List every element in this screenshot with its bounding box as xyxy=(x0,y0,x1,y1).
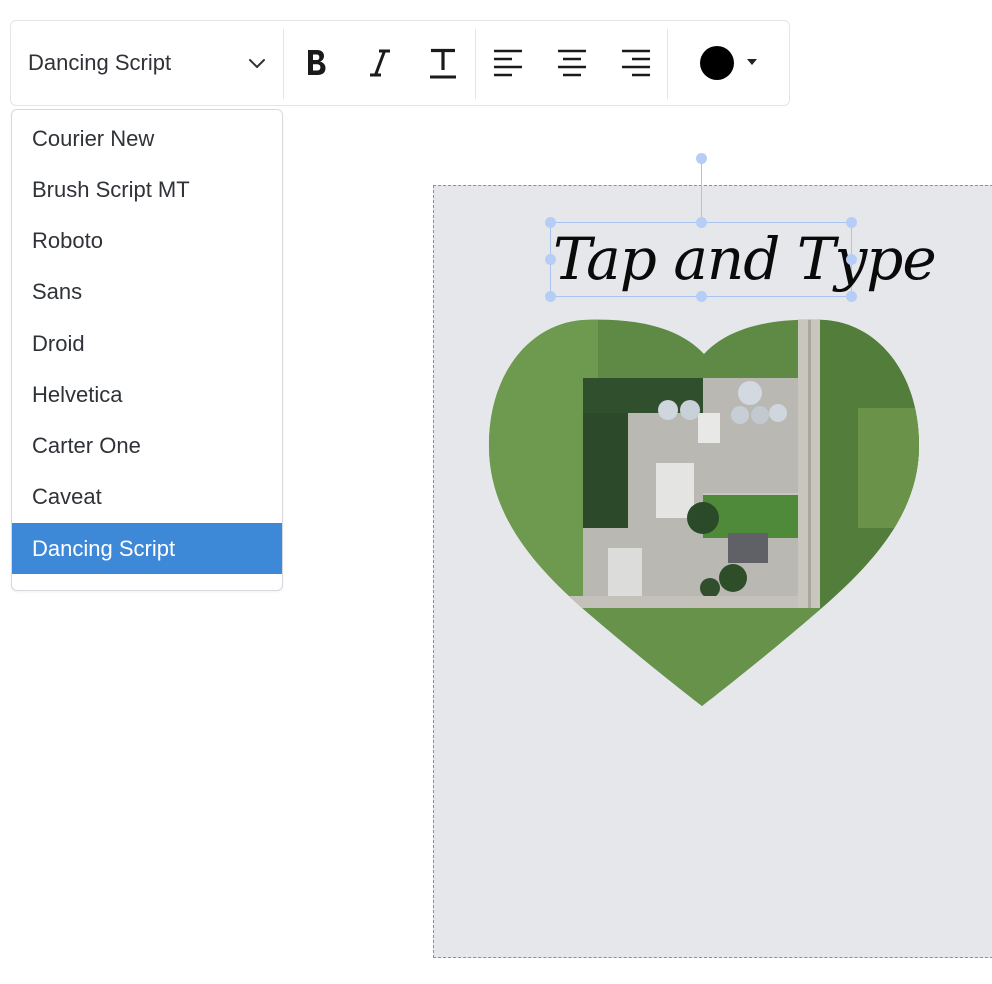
align-center-button[interactable] xyxy=(552,43,592,83)
align-left-button[interactable] xyxy=(488,43,528,83)
align-left-icon xyxy=(494,49,522,77)
font-option[interactable]: Droid xyxy=(12,318,282,369)
resize-handle-top-right[interactable] xyxy=(846,217,857,228)
align-right-icon xyxy=(622,49,650,77)
bold-icon xyxy=(308,50,326,75)
font-option[interactable]: Helvetica xyxy=(12,369,282,420)
resize-handle-bottom[interactable] xyxy=(696,291,707,302)
resize-handle-left[interactable] xyxy=(545,254,556,265)
resize-handle-top[interactable] xyxy=(696,217,707,228)
heart-image[interactable] xyxy=(488,318,920,708)
font-option[interactable]: Brush Script MT xyxy=(12,164,282,215)
align-right-button[interactable] xyxy=(616,43,656,83)
toolbar-divider xyxy=(283,29,284,99)
align-center-icon xyxy=(558,49,586,77)
italic-button[interactable] xyxy=(360,43,400,83)
chevron-down-icon xyxy=(249,59,265,68)
resize-handle-top-left[interactable] xyxy=(545,217,556,228)
font-option[interactable]: Roboto xyxy=(12,215,282,266)
font-option[interactable]: Caveat xyxy=(12,471,282,522)
resize-handle-bottom-left[interactable] xyxy=(545,291,556,302)
rotation-handle-line xyxy=(701,159,702,223)
toolbar-divider xyxy=(667,29,668,99)
font-option-selected[interactable]: Dancing Script xyxy=(12,523,282,574)
resize-handle-right[interactable] xyxy=(846,254,857,265)
italic-icon xyxy=(370,49,390,77)
toolbar-divider xyxy=(475,29,476,99)
font-option[interactable]: Courier New xyxy=(12,113,282,164)
text-color-picker[interactable] xyxy=(695,43,765,83)
bold-button[interactable] xyxy=(296,43,336,83)
rotation-handle[interactable] xyxy=(696,153,707,164)
text-style-button[interactable] xyxy=(423,43,463,83)
font-option[interactable]: Sans xyxy=(12,266,282,317)
font-select-value: Dancing Script xyxy=(28,50,172,75)
caret-down-icon xyxy=(747,59,757,65)
underline-text-icon xyxy=(430,48,456,79)
resize-handle-bottom-right[interactable] xyxy=(846,291,857,302)
canvas-text-element[interactable]: Tap and Type xyxy=(553,222,937,297)
color-swatch xyxy=(700,46,734,80)
font-option[interactable]: Carter One xyxy=(12,420,282,471)
font-dropdown-menu: Courier New Brush Script MT Roboto Sans … xyxy=(11,109,283,591)
font-family-select[interactable]: Dancing Script xyxy=(11,21,283,105)
text-toolbar: Dancing Script xyxy=(10,20,790,106)
